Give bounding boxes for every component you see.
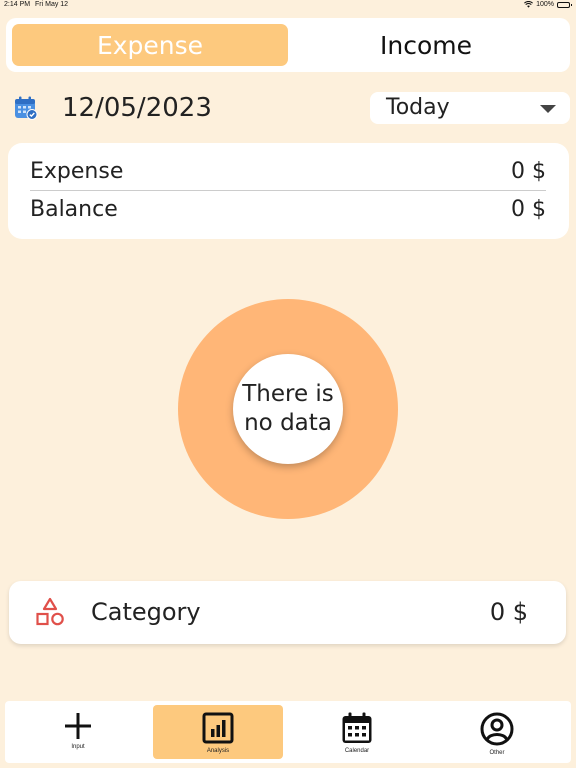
date-text[interactable]: 12/05/2023 (62, 92, 212, 124)
chevron-down-icon (540, 105, 556, 113)
tab-label: Analysis (206, 748, 230, 754)
period-label: Today (386, 95, 450, 120)
status-indicators: 100% (524, 1, 572, 8)
summary-row-balance: Balance 0 $ (30, 193, 546, 227)
tab-label: Calendar (344, 748, 370, 754)
status-bar: 2:14 PM Fri May 12 100% (0, 0, 576, 12)
category-row[interactable]: Category 0 $ (9, 581, 566, 644)
calendar-icon (342, 712, 372, 743)
period-dropdown[interactable]: Today (370, 92, 570, 124)
tab-label: Input (71, 744, 85, 750)
status-date: Fri May 12 (35, 1, 69, 8)
segment-expense-button[interactable]: Expense (12, 24, 288, 66)
plus-icon (65, 713, 91, 739)
summary-label: Balance (30, 197, 118, 222)
user-circle-icon (480, 712, 514, 746)
tab-label: Other (489, 750, 505, 756)
tab-other[interactable]: Other (432, 705, 562, 759)
summary-card: Expense 0 $ Balance 0 $ (8, 143, 569, 239)
tab-bar: Input Analysis Calendar Other (5, 701, 571, 763)
summary-value: 0 $ (511, 197, 546, 222)
tab-calendar[interactable]: Calendar (292, 705, 422, 759)
donut-chart: There is no data (178, 299, 398, 519)
donut-center: There is no data (233, 354, 343, 464)
summary-row-expense: Expense 0 $ (30, 155, 546, 189)
shapes-icon (36, 597, 64, 626)
type-segmented-control: Expense Income (6, 18, 570, 72)
status-time: 2:14 PM (4, 1, 31, 8)
wifi-icon (524, 1, 534, 8)
bar-chart-icon (202, 712, 234, 744)
summary-value: 0 $ (511, 159, 546, 184)
calendar-icon[interactable] (14, 96, 38, 120)
divider (30, 190, 546, 191)
battery-icon (557, 1, 572, 8)
date-row: 12/05/2023 Today (14, 92, 570, 124)
empty-chart-message: There is no data (242, 381, 334, 436)
tab-input[interactable]: Input (13, 705, 143, 759)
tab-analysis[interactable]: Analysis (153, 705, 283, 759)
battery-percent: 100% (536, 1, 554, 8)
segment-income-button[interactable]: Income (288, 24, 564, 66)
summary-label: Expense (30, 159, 124, 184)
category-label: Category (91, 598, 201, 626)
category-value: 0 $ (489, 598, 528, 626)
